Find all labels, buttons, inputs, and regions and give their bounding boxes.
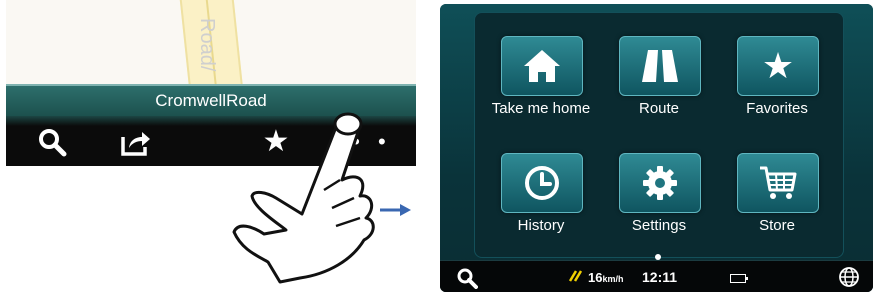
status-bar: 16km/h 12:11 [440,254,873,292]
route-icon [642,50,678,82]
take-me-home-label: Take me home [491,100,591,117]
route-button[interactable] [619,36,701,96]
gear-icon [643,166,677,200]
settings-button[interactable] [619,153,701,213]
store-label: Store [759,217,795,234]
battery-icon [730,274,748,283]
speed-readout: 16km/h [588,270,623,285]
page-indicator [655,254,661,260]
star-icon: ★ [761,45,795,86]
tap-hand-icon [232,112,375,284]
favorites-label: Favorites [746,100,808,117]
street-name: CromwellRoad [155,91,267,110]
search-icon[interactable] [456,267,478,292]
clock-icon [525,166,559,200]
settings-label: Settings [631,217,687,234]
speed-value: 16 [588,270,603,285]
search-icon[interactable] [36,126,68,158]
map[interactable]: Road/ [6,0,416,100]
cart-icon [760,166,797,199]
nav-device-screen: Take me home Route ★ Favorites History S… [440,4,873,292]
globe-icon[interactable] [838,266,860,292]
store-button[interactable] [737,153,819,213]
arrow-right-icon [380,204,411,216]
home-icon [524,50,560,82]
share-icon[interactable] [120,126,152,158]
route-label: Route [638,100,680,117]
history-label: History [517,217,565,234]
clock-time: 12:11 [642,269,678,285]
main-menu: Take me home Route ★ Favorites History S… [474,12,844,258]
take-me-home-button[interactable] [501,36,583,96]
map-road-label: Road/ [196,18,218,72]
speed-unit: km/h [602,274,624,284]
history-button[interactable] [501,153,583,213]
favorites-button[interactable]: ★ [737,36,819,96]
speed-icon [568,269,584,288]
